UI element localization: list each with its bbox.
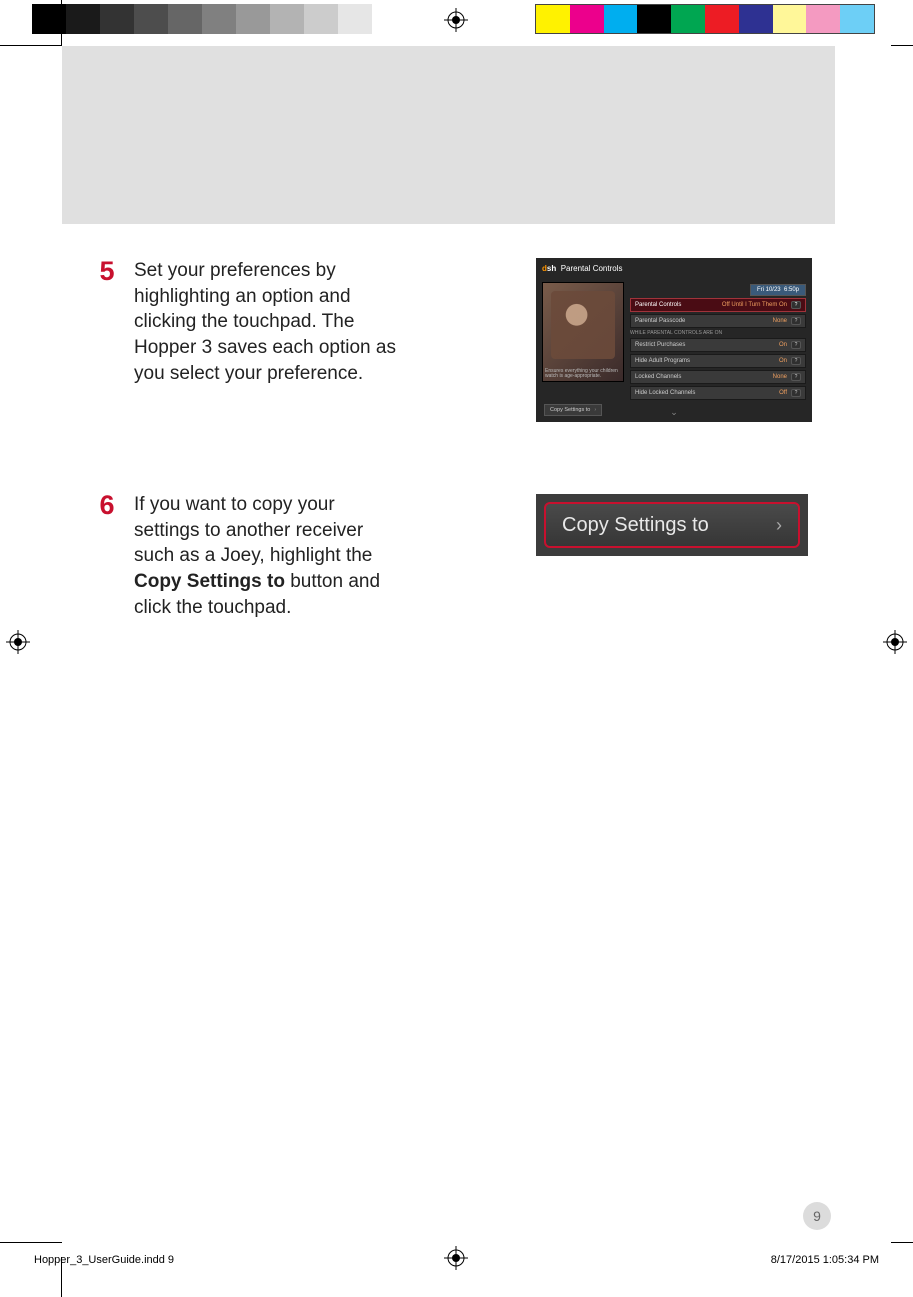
grayscale-step-wedge — [32, 4, 372, 34]
settings-row[interactable]: Parental Passcode None ? — [630, 314, 806, 328]
step-illustration: dsh Parental Controls Fri 10/23 6:50p En… — [396, 258, 840, 422]
step-text: If you want to copy your settings to ano… — [134, 492, 396, 620]
step-illustration: Copy Settings to › — [396, 492, 840, 556]
screen-title: Parental Controls — [561, 264, 623, 273]
section-label: WHILE PARENTAL CONTROLS ARE ON — [630, 330, 806, 336]
clock-widget: Fri 10/23 6:50p — [750, 284, 806, 296]
copy-settings-button-closeup: Copy Settings to › — [536, 494, 808, 556]
family-photo-thumbnail: Ensures everything your children watch i… — [542, 282, 624, 382]
dish-logo: dsh Parental Controls — [542, 264, 623, 273]
copy-settings-mini-button[interactable]: Copy Settings to› — [544, 404, 602, 416]
page-content: 5 Set your preferences by highlighting a… — [80, 258, 840, 690]
parental-controls-screenshot: dsh Parental Controls Fri 10/23 6:50p En… — [536, 258, 812, 422]
help-icon[interactable]: ? — [791, 389, 801, 397]
process-color-bars — [535, 4, 875, 34]
settings-row[interactable]: Hide Adult Programs On ? — [630, 354, 806, 368]
settings-row[interactable]: Locked Channels None ? — [630, 370, 806, 384]
instruction-step: 6 If you want to copy your settings to a… — [80, 492, 840, 620]
instruction-step: 5 Set your preferences by highlighting a… — [80, 258, 840, 422]
crop-mark — [891, 45, 913, 46]
source-filename: Hopper_3_UserGuide.indd 9 — [34, 1254, 174, 1266]
thumbnail-caption: Ensures everything your children watch i… — [545, 369, 621, 379]
help-icon[interactable]: ? — [791, 341, 801, 349]
settings-row[interactable]: Hide Locked Channels Off ? — [630, 386, 806, 400]
crop-mark — [0, 45, 62, 46]
step-number: 6 — [80, 492, 134, 519]
chevron-down-icon: ⌄ — [670, 407, 678, 418]
print-slug-line: Hopper_3_UserGuide.indd 9 8/17/2015 1:05… — [34, 1254, 879, 1270]
registration-mark-icon — [444, 8, 468, 32]
chapter-header-block — [62, 46, 835, 224]
crop-mark — [891, 1242, 913, 1243]
settings-row[interactable]: Restrict Purchases On ? — [630, 338, 806, 352]
crop-mark — [0, 1242, 62, 1243]
step-text: Set your preferences by highlighting an … — [134, 258, 396, 386]
chevron-right-icon: › — [776, 515, 782, 536]
print-timestamp: 8/17/2015 1:05:34 PM — [771, 1254, 879, 1266]
help-icon[interactable]: ? — [791, 301, 801, 309]
settings-row[interactable]: Parental Controls Off Until I Turn Them … — [630, 298, 806, 312]
chevron-right-icon: › — [594, 407, 596, 413]
settings-list: Parental Controls Off Until I Turn Them … — [630, 298, 806, 402]
registration-mark-icon — [883, 630, 907, 654]
help-icon[interactable]: ? — [791, 373, 801, 381]
button-label: Copy Settings to — [562, 514, 709, 537]
help-icon[interactable]: ? — [791, 317, 801, 325]
page-number: 9 — [803, 1202, 831, 1230]
help-icon[interactable]: ? — [791, 357, 801, 365]
copy-settings-button[interactable]: Copy Settings to › — [544, 502, 800, 548]
registration-mark-icon — [6, 630, 30, 654]
step-number: 5 — [80, 258, 134, 285]
crop-mark — [61, 0, 62, 46]
